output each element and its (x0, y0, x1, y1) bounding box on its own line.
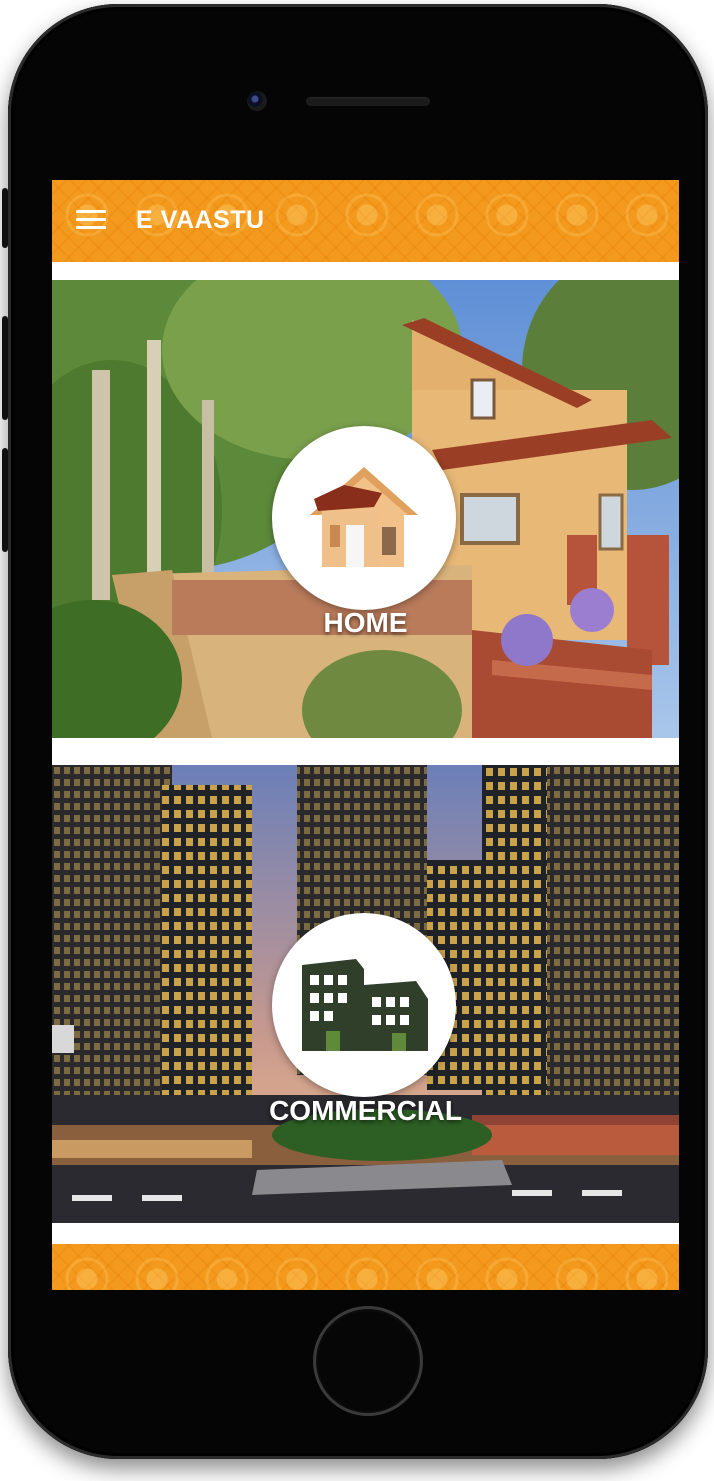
app-screen: E VAASTU HOME COMMERCIAL (52, 180, 679, 1290)
house-icon (310, 467, 418, 567)
front-camera (247, 91, 267, 111)
buildings-icon (302, 959, 428, 1051)
home-label: HOME (323, 607, 408, 638)
commercial-icon-circle[interactable] (272, 913, 456, 1097)
hamburger-menu-icon[interactable] (76, 210, 108, 232)
volume-down-button (2, 448, 8, 552)
home-card[interactable]: HOME (52, 280, 679, 738)
earpiece-speaker (306, 97, 430, 106)
commercial-card[interactable]: COMMERCIAL (52, 765, 679, 1223)
app-title: E VAASTU (136, 206, 265, 234)
phone-frame: E VAASTU HOME COMMERCIAL (2, 4, 708, 1459)
footer-bar (52, 1244, 679, 1290)
commercial-label: COMMERCIAL (269, 1095, 462, 1126)
home-button[interactable] (313, 1306, 423, 1416)
mute-switch (2, 188, 8, 248)
app-header: E VAASTU (52, 180, 679, 262)
volume-up-button (2, 316, 8, 420)
home-icon-circle[interactable] (272, 426, 456, 610)
